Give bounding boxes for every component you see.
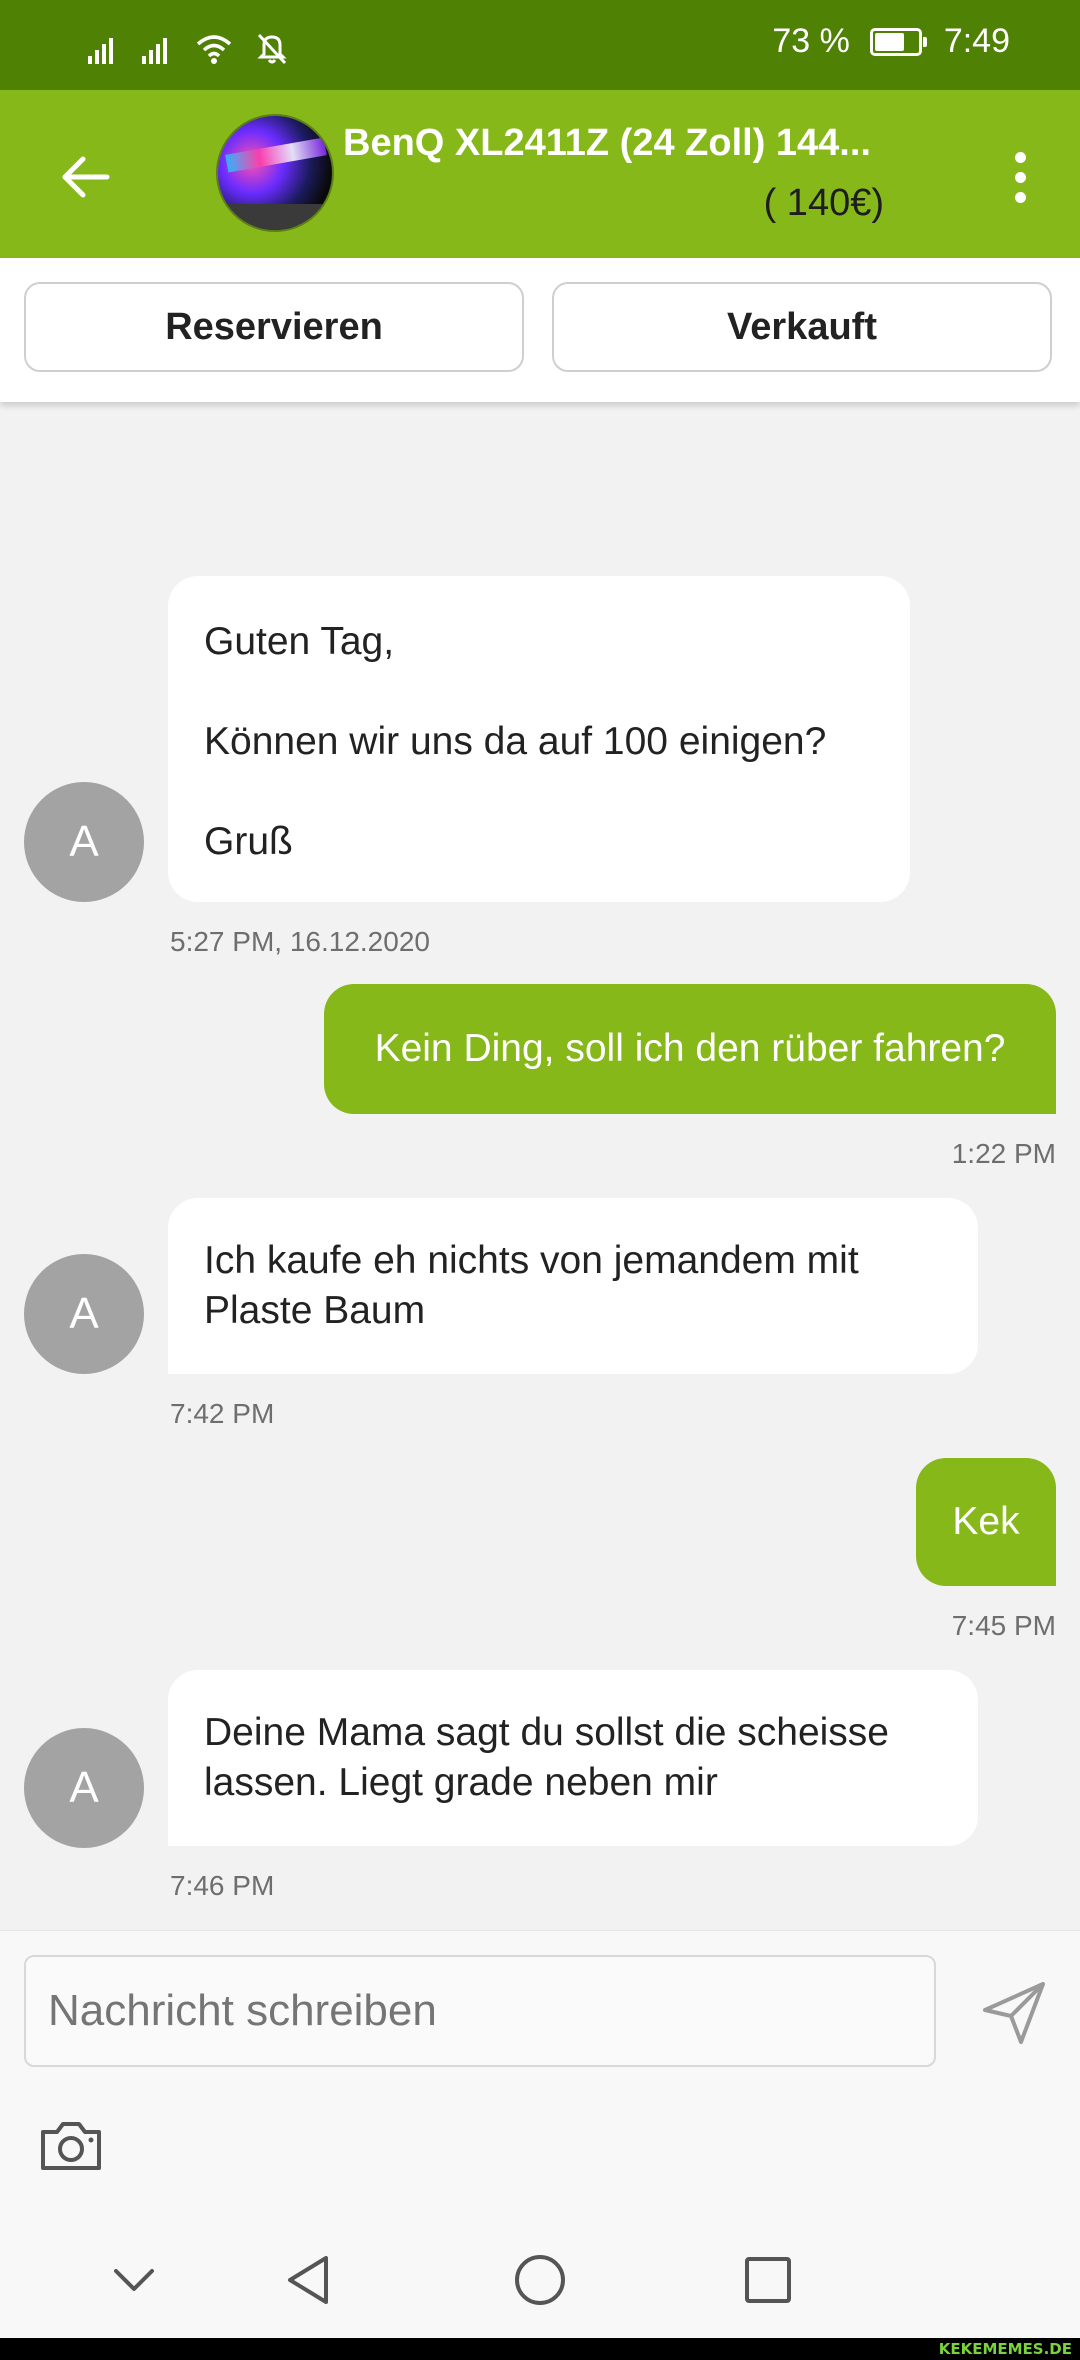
footer-strip bbox=[0, 2338, 1080, 2360]
message-timestamp: 7:45 PM bbox=[951, 1610, 1056, 1641]
hide-keyboard-button[interactable] bbox=[96, 2242, 172, 2318]
message-bubble-incoming: Ich kaufe eh nichts von jemandem mit Pla… bbox=[168, 1198, 978, 1374]
composer bbox=[0, 1930, 1080, 2221]
nav-home-button[interactable] bbox=[502, 2242, 578, 2318]
avatar[interactable]: A bbox=[24, 1254, 144, 1374]
message-text: Können wir uns da auf 100 einigen? bbox=[204, 720, 827, 763]
more-vertical-icon bbox=[1014, 151, 1026, 163]
avatar[interactable]: A bbox=[24, 782, 144, 902]
status-icons bbox=[86, 26, 290, 66]
listing-price: ( 140€) bbox=[763, 182, 884, 224]
message-timestamp: 1:22 PM bbox=[951, 1138, 1056, 1169]
message-timestamp: 7:42 PM bbox=[170, 1398, 275, 1429]
listing-thumbnail[interactable] bbox=[216, 114, 334, 232]
camera-icon bbox=[41, 2122, 101, 2170]
avatar[interactable]: A bbox=[24, 1728, 144, 1848]
listing-title[interactable]: BenQ XL2411Z (24 Zoll) 144... bbox=[343, 122, 871, 165]
back-button[interactable] bbox=[50, 142, 120, 212]
nav-back-button[interactable] bbox=[272, 2242, 348, 2318]
battery-icon bbox=[869, 27, 927, 56]
message-text: lassen. Liegt grade neben mir bbox=[204, 1761, 718, 1804]
status-right: 73 % 7:49 bbox=[772, 22, 1010, 61]
back-triangle-icon bbox=[288, 2256, 328, 2304]
sold-button[interactable]: Verkauft bbox=[552, 282, 1052, 372]
app-bar: BenQ XL2411Z (24 Zoll) 144... ( 140€) bbox=[0, 90, 1080, 258]
message-text: Ich kaufe eh nichts von jemandem mit bbox=[204, 1239, 859, 1282]
action-bar: Reservieren Verkauft bbox=[0, 258, 1080, 402]
message-timestamp: 7:46 PM bbox=[170, 1870, 275, 1901]
recents-square-icon bbox=[745, 2257, 791, 2303]
message-text: Guten Tag, bbox=[204, 620, 395, 663]
message-bubble-incoming: Guten Tag, Können wir uns da auf 100 ein… bbox=[168, 576, 910, 902]
watermark: KEKEMEMES.DE bbox=[938, 2340, 1072, 2358]
clock: 7:49 bbox=[943, 22, 1010, 60]
signal-icon bbox=[88, 38, 113, 64]
reserve-button[interactable]: Reservieren bbox=[24, 282, 524, 372]
status-bar: 73 % 7:49 bbox=[0, 0, 1080, 90]
message-bubble-incoming: Deine Mama sagt du sollst die scheisse l… bbox=[168, 1670, 978, 1846]
send-button[interactable] bbox=[974, 1973, 1054, 2053]
send-icon bbox=[983, 1982, 1045, 2044]
message-bubble-outgoing: Kek bbox=[916, 1458, 1056, 1586]
system-nav-bar bbox=[0, 2220, 1080, 2338]
message-text: Gruß bbox=[204, 820, 293, 863]
more-options-button[interactable] bbox=[1000, 142, 1040, 212]
bell-off-icon bbox=[257, 33, 287, 65]
wifi-icon bbox=[196, 35, 232, 64]
battery-percent: 73 % bbox=[772, 22, 850, 60]
message-timestamp: 5:27 PM, 16.12.2020 bbox=[170, 926, 430, 957]
message-bubble-outgoing: Kein Ding, soll ich den rüber fahren? bbox=[324, 984, 1056, 1114]
arrow-left-icon bbox=[62, 156, 110, 198]
signal-icon bbox=[142, 38, 167, 64]
home-circle-icon bbox=[515, 2255, 565, 2305]
chevron-down-icon bbox=[114, 2269, 154, 2291]
message-text: Deine Mama sagt du sollst die scheisse bbox=[204, 1711, 889, 1754]
message-input[interactable] bbox=[24, 1955, 936, 2067]
camera-button[interactable] bbox=[36, 2111, 106, 2181]
message-text: Plaste Baum bbox=[204, 1289, 426, 1332]
nav-recents-button[interactable] bbox=[730, 2242, 806, 2318]
